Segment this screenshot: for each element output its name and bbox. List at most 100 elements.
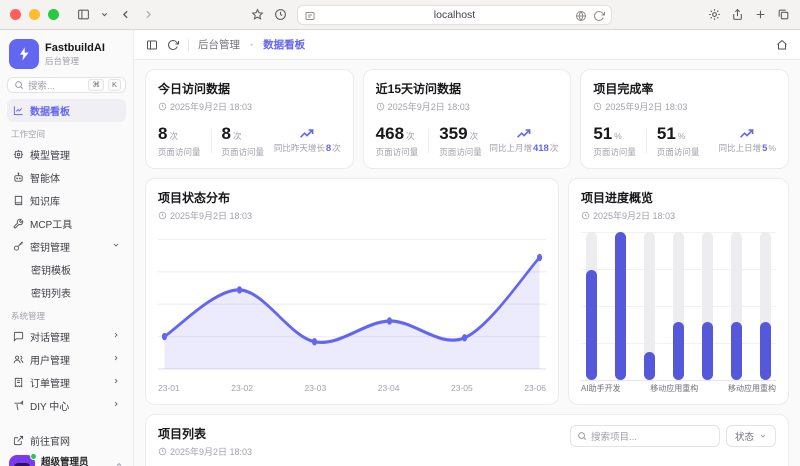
data-point[interactable] (387, 317, 392, 324)
brand: FastbuildAI 后台管理 (7, 37, 126, 77)
search-icon (577, 431, 587, 441)
stat-block: 468次 页面访问量 (376, 124, 419, 158)
chevron-down-icon (759, 432, 767, 440)
dashboard-content: 今日访问数据 2025年9月2日 18:03 8次 页面访问量 8次 页面访问量 (134, 60, 800, 466)
card-timestamp: 2025年9月2日 18:03 (605, 100, 687, 113)
trend-indicator: 同比上月增418次 (489, 128, 558, 154)
clock-icon (158, 447, 167, 456)
bar[interactable] (731, 232, 742, 380)
settings-gear-icon[interactable] (708, 8, 721, 21)
sidebar-item-website[interactable]: 前往官网 (7, 429, 126, 452)
data-point[interactable] (537, 254, 542, 261)
close-window-button[interactable] (10, 9, 21, 20)
trend-up-icon (739, 128, 755, 140)
data-point[interactable] (462, 334, 467, 341)
stat-block: 51% 页面访问量 (593, 124, 636, 158)
bar[interactable] (644, 232, 655, 380)
data-point[interactable] (312, 338, 317, 345)
sidebar: FastbuildAI 后台管理 搜索... ⌘ K 数据看板 工作空间 模型管… (0, 30, 134, 466)
reload-icon[interactable] (593, 9, 605, 27)
sidebar-item-dashboard[interactable]: 数据看板 (7, 99, 126, 122)
card-timestamp: 2025年9月2日 18:03 (170, 100, 252, 113)
bar[interactable] (586, 232, 597, 380)
sidebar-item-chat[interactable]: 对话管理 (7, 325, 126, 348)
x-tick-label: 23-04 (378, 383, 400, 393)
divider (188, 39, 189, 51)
section-system: 系统管理 (7, 304, 126, 325)
sidebar-item-model[interactable]: 模型管理 (7, 143, 126, 166)
sidebar-item-orders[interactable]: 订单管理 (7, 371, 126, 394)
bar[interactable] (760, 232, 771, 380)
breadcrumb-root[interactable]: 后台管理 (198, 37, 240, 52)
sidebar-item-key-template[interactable]: 密钥模板 (7, 258, 126, 281)
bar[interactable] (673, 232, 684, 380)
url-text: localhost (434, 9, 475, 21)
trend-up-icon (516, 128, 532, 140)
clock-icon (158, 102, 167, 111)
back-button[interactable] (119, 8, 132, 21)
bar-chart (581, 232, 776, 380)
sidebar-chevron-icon[interactable] (100, 10, 109, 19)
bar[interactable] (702, 232, 713, 380)
breadcrumb-separator: • (250, 40, 253, 50)
sidebar-item-keys[interactable]: 密钥管理 (7, 235, 126, 258)
clock-icon (581, 211, 590, 220)
stat-card-today-visits: 今日访问数据 2025年9月2日 18:03 8次 页面访问量 8次 页面访问量 (145, 69, 354, 169)
line-chart-card: 项目状态分布 2025年9月2日 18:03 23-0123-0223-0323… (145, 178, 559, 405)
card-timestamp: 2025年9月2日 18:03 (388, 100, 470, 113)
sidebar-item-diy[interactable]: DIY 中心 (7, 394, 126, 417)
sidebar-item-users[interactable]: 用户管理 (7, 348, 126, 371)
section-workspace: 工作空间 (7, 122, 126, 143)
receipt-icon (13, 377, 24, 388)
x-tick-label: 23-05 (451, 383, 473, 393)
maximize-window-button[interactable] (48, 9, 59, 20)
user-menu[interactable]: 超级管理员 admin (7, 452, 126, 466)
key-icon (13, 241, 24, 252)
user-name: 超级管理员 (41, 457, 89, 466)
breadcrumb-current[interactable]: 数据看板 (263, 37, 305, 52)
chart-line-icon (13, 105, 24, 116)
clock-icon (593, 102, 602, 111)
book-icon (13, 195, 24, 206)
bookmark-star-icon[interactable] (251, 8, 264, 21)
home-icon[interactable] (776, 39, 788, 51)
external-link-icon (13, 435, 24, 446)
brand-subtitle: 后台管理 (45, 55, 105, 67)
bar-x-labels: AI助手开发 移动应用重构 移动应用重构 (581, 383, 776, 394)
search-icon (14, 80, 24, 90)
stat-block: 51% 页面访问量 (657, 124, 700, 158)
tab-overview-icon[interactable] (777, 8, 790, 21)
forward-button[interactable] (142, 8, 155, 21)
translate-icon[interactable] (575, 9, 587, 27)
bar[interactable] (615, 232, 626, 380)
chart-title: 项目状态分布 (158, 189, 546, 206)
history-clock-icon[interactable] (274, 8, 287, 21)
sidebar-item-knowledge[interactable]: 知识库 (7, 189, 126, 212)
x-tick-label: 23-01 (158, 383, 180, 393)
reader-icon[interactable] (304, 9, 316, 27)
collapse-sidebar-icon[interactable] (146, 39, 158, 51)
refresh-icon[interactable] (167, 39, 179, 51)
status-filter-dropdown[interactable]: 状态 (726, 425, 776, 447)
stat-block: 8次 页面访问量 (222, 124, 265, 158)
sidebar-search-input[interactable]: 搜索... ⌘ K (7, 77, 126, 93)
clock-icon (376, 102, 385, 111)
line-chart: 23-0123-0223-0323-0423-0523-06 (158, 232, 546, 393)
data-point[interactable] (162, 333, 167, 340)
card-title: 近15天访问数据 (376, 80, 559, 97)
new-tab-plus-icon[interactable] (754, 8, 767, 21)
online-status-dot (30, 453, 37, 460)
address-bar[interactable]: localhost (297, 5, 612, 25)
data-point[interactable] (237, 286, 242, 293)
sidebar-item-key-list[interactable]: 密钥列表 (7, 281, 126, 304)
project-list-card: 项目列表 2025年9月2日 18:03 搜索项目... 状态 (145, 414, 789, 466)
project-search-input[interactable]: 搜索项目... (570, 425, 720, 447)
share-icon[interactable] (731, 8, 744, 21)
stat-card-completion-rate: 项目完成率 2025年9月2日 18:03 51% 页面访问量 51% 页面访问… (580, 69, 789, 169)
browser-sidebar-icon[interactable] (77, 8, 90, 21)
x-tick-label: 23-02 (231, 383, 253, 393)
sidebar-item-mcp[interactable]: MCP工具 (7, 212, 126, 235)
window-controls[interactable] (10, 9, 59, 20)
sidebar-item-agent[interactable]: 智能体 (7, 166, 126, 189)
minimize-window-button[interactable] (29, 9, 40, 20)
